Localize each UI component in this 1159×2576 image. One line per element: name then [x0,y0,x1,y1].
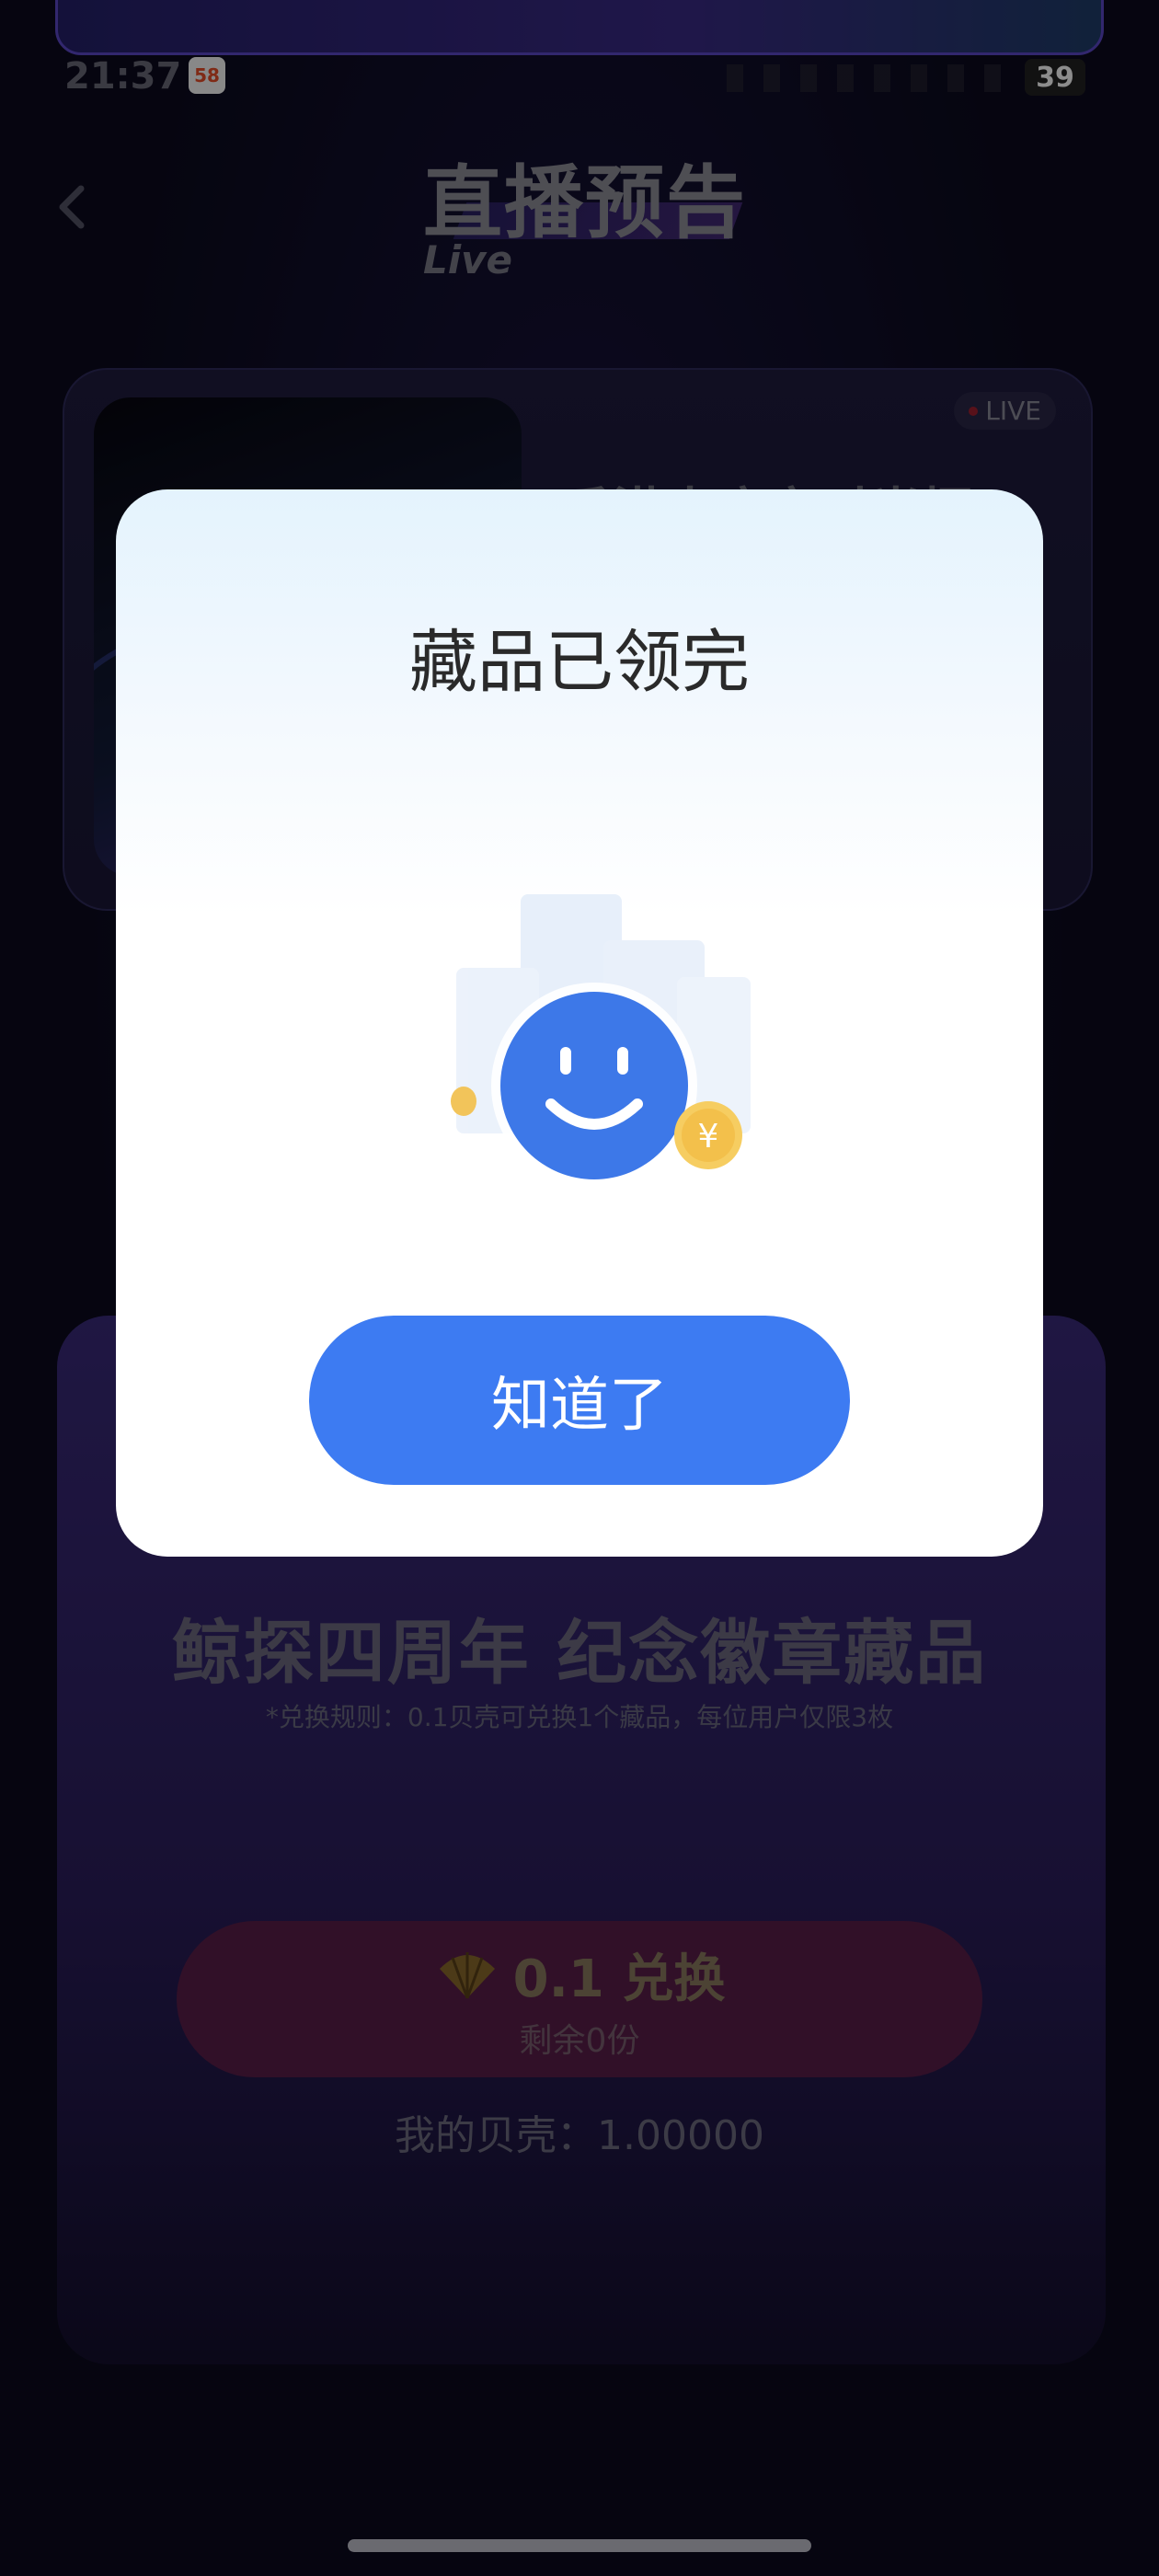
modal-title: 藏品已领完 [409,623,750,702]
acknowledge-button[interactable]: 知道了 [309,1316,850,1485]
coin-small-icon [451,1087,476,1116]
home-indicator[interactable] [348,2539,811,2552]
smiley-illustration: ¥ [401,857,787,1244]
smiley-face-icon [500,992,688,1179]
svg-text:¥: ¥ [698,1118,719,1156]
modal-dialog: 藏品已领完 ¥ 知道了 [116,489,1043,1557]
yen-coin-icon: ¥ [674,1101,742,1169]
